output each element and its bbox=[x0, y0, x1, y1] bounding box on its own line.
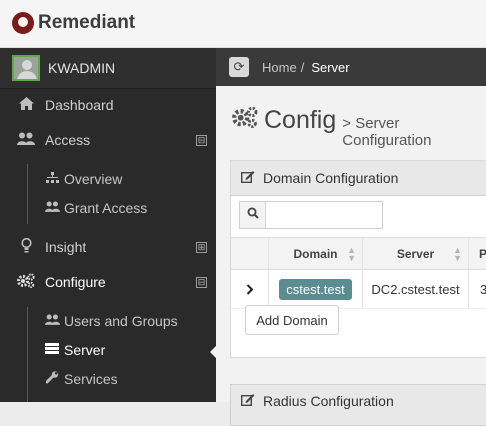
column-header-server[interactable]: Server ▲ ▼ bbox=[363, 238, 469, 269]
sidebar-item-services[interactable]: Services bbox=[0, 365, 216, 393]
user-panel: KWADMIN bbox=[0, 48, 216, 89]
sidebar-item-configure[interactable]: Configure ⊟ bbox=[0, 265, 216, 299]
sidebar-item-dashboard[interactable]: Dashboard bbox=[0, 88, 216, 122]
column-header-label: P bbox=[479, 246, 486, 261]
users-icon bbox=[16, 132, 36, 148]
sitemap-icon bbox=[44, 171, 60, 187]
sidebar-item-label: Server bbox=[64, 342, 106, 358]
cogs-icon bbox=[232, 106, 258, 134]
breadcrumb-current: Server bbox=[311, 59, 350, 75]
panel-title: Domain Configuration bbox=[263, 170, 399, 186]
radius-configuration-panel: Radius Configuration bbox=[230, 384, 486, 426]
table-row[interactable]: cstest.test DC2.cstest.test 3 bbox=[231, 270, 486, 309]
sidebar-item-label: Overview bbox=[64, 171, 123, 187]
breadcrumb-home[interactable]: Home bbox=[262, 60, 297, 75]
page-title-main: Config bbox=[264, 106, 337, 134]
column-header-label: Server bbox=[396, 246, 435, 261]
sort-icon[interactable]: ▲ ▼ bbox=[453, 245, 462, 262]
server-icon bbox=[44, 343, 60, 357]
search-icon[interactable] bbox=[240, 202, 266, 228]
breadcrumb: ⟳ Home / Server bbox=[216, 48, 486, 86]
domain-cell: cstest.test bbox=[269, 270, 363, 308]
remediant-logo[interactable]: Remediant bbox=[12, 12, 135, 34]
edit-icon bbox=[240, 393, 255, 409]
search-box bbox=[239, 201, 383, 229]
column-header-label: Domain bbox=[293, 246, 338, 261]
users-icon bbox=[44, 201, 60, 215]
expand-toggle-icon[interactable]: ⊞ bbox=[196, 241, 207, 253]
sidebar-item-overview[interactable]: Overview bbox=[0, 165, 216, 193]
domain-tag[interactable]: cstest.test bbox=[279, 278, 352, 300]
sidebar-item-label: Insight bbox=[45, 239, 87, 255]
users-icon bbox=[44, 314, 60, 328]
collapse-toggle-icon[interactable]: ⊟ bbox=[196, 134, 207, 146]
brand-name: Remediant bbox=[38, 12, 136, 33]
sidebar-item-label: Services bbox=[64, 371, 118, 387]
collapse-toggle-icon[interactable]: ⊟ bbox=[196, 276, 207, 288]
column-header-domain[interactable]: Domain ▲ ▼ bbox=[269, 238, 363, 269]
sidebar-item-label: Dashboard bbox=[45, 97, 114, 113]
sidebar-item-users-and-groups[interactable]: Users and Groups bbox=[0, 307, 216, 335]
page-subtitle: > Server Configuration bbox=[342, 115, 432, 149]
sidebar-item-server[interactable]: Server bbox=[0, 336, 216, 364]
column-header-p[interactable]: P bbox=[469, 238, 486, 269]
add-domain-button[interactable]: Add Domain bbox=[245, 305, 339, 335]
cogs-icon bbox=[16, 273, 36, 291]
home-icon bbox=[16, 97, 36, 113]
sidebar-item-label: Users and Groups bbox=[64, 313, 178, 329]
expand-column-header bbox=[231, 238, 269, 269]
main-content: Config > Server Configuration Domain Con… bbox=[216, 86, 486, 426]
wrench-icon bbox=[44, 371, 60, 387]
search-input[interactable] bbox=[266, 202, 382, 226]
avatar bbox=[12, 55, 40, 81]
p-cell: 3 bbox=[480, 281, 486, 297]
panel-title: Radius Configuration bbox=[263, 393, 394, 409]
edit-icon bbox=[240, 170, 255, 186]
logo-mark-icon bbox=[12, 12, 34, 34]
sidebar-item-access[interactable]: Access ⊟ bbox=[0, 123, 216, 157]
table-header: Domain ▲ ▼ Server ▲ ▼ P bbox=[231, 237, 486, 270]
sidebar-item-label: Access bbox=[45, 132, 91, 148]
username: KWADMIN bbox=[48, 60, 116, 76]
chevron-right-icon[interactable] bbox=[231, 270, 269, 308]
panel-header: Domain Configuration bbox=[231, 161, 486, 196]
lightbulb-icon bbox=[16, 237, 36, 256]
page-title: Config > Server Configuration bbox=[232, 106, 486, 149]
domain-configuration-panel: Domain Configuration Domain ▲ ▼ Server ▲ ▼ bbox=[230, 160, 486, 358]
sidebar: KWADMIN Dashboard Access ⊟ Overview Gran… bbox=[0, 48, 216, 402]
domain-table: Domain ▲ ▼ Server ▲ ▼ P cstest.test DC2.… bbox=[231, 237, 486, 309]
sidebar-item-grant-access[interactable]: Grant Access bbox=[0, 194, 216, 222]
sidebar-item-label: Configure bbox=[45, 274, 106, 290]
top-bar: Remediant bbox=[0, 0, 486, 48]
breadcrumb-separator: / bbox=[300, 59, 305, 75]
sort-icon[interactable]: ▲ ▼ bbox=[347, 245, 356, 262]
sidebar-item-insight[interactable]: Insight ⊞ bbox=[0, 230, 216, 264]
sidebar-item-label: Grant Access bbox=[64, 200, 148, 216]
refresh-icon[interactable]: ⟳ bbox=[229, 57, 249, 77]
server-cell: DC2.cstest.test bbox=[363, 270, 469, 308]
